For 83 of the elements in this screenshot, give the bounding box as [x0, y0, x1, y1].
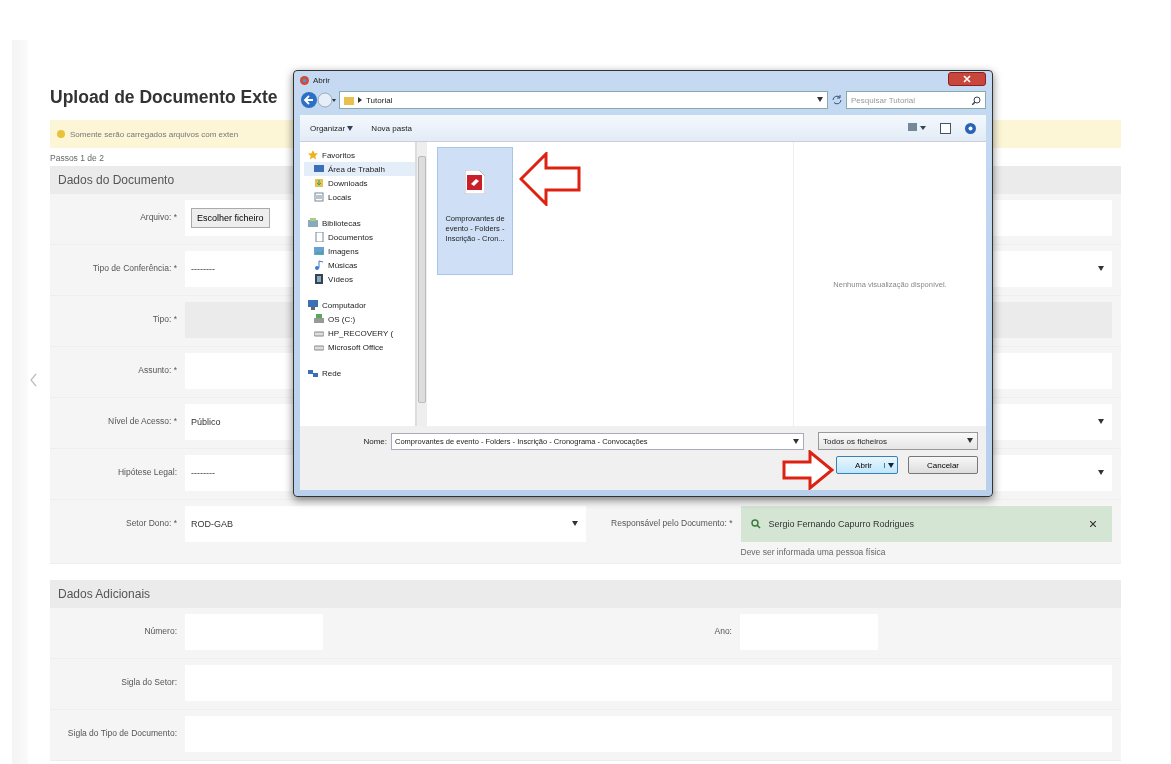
picture-icon: [314, 246, 324, 256]
document-icon: [314, 232, 324, 242]
caret-icon: [967, 438, 973, 443]
file-type-select[interactable]: Todos os ficheiros: [818, 432, 978, 450]
dialog-title: Abrir: [313, 75, 330, 85]
section-header: Dados Adicionais: [50, 580, 1121, 608]
person-field[interactable]: Sergio Fernando Capurro Rodrigues: [740, 506, 1112, 542]
nav-item[interactable]: OS (C:): [304, 312, 415, 326]
refresh-icon[interactable]: [831, 94, 843, 106]
nav-item[interactable]: Vídeos: [304, 272, 415, 286]
caret-icon: [817, 97, 823, 102]
film-icon: [314, 274, 324, 284]
nav-item[interactable]: Músicas: [304, 258, 415, 272]
star-icon: [308, 150, 318, 160]
document-icon: [465, 170, 485, 194]
caret-icon: [1098, 470, 1104, 475]
clear-icon[interactable]: [1090, 521, 1096, 527]
field-label: Assunto: *: [137, 364, 178, 377]
caret-icon: [571, 521, 578, 526]
arrow-annotation: [519, 152, 581, 206]
scrollbar[interactable]: [416, 142, 427, 426]
help-icon[interactable]: [965, 122, 976, 134]
pane-icon[interactable]: [940, 122, 951, 134]
computer-icon: [308, 300, 318, 310]
field-label: Ano:: [713, 625, 733, 638]
breadcrumb-item[interactable]: Tutorial: [366, 95, 393, 105]
select-field[interactable]: ROD-GAB: [185, 506, 586, 542]
caret-icon: [347, 123, 354, 133]
organize-menu[interactable]: Organizar: [310, 123, 354, 133]
caret-icon: [1098, 419, 1104, 424]
field-label: Tipo de Conferência: *: [91, 262, 178, 275]
music-note-icon: [314, 260, 324, 270]
nav-item[interactable]: Imagens: [304, 244, 415, 258]
nav-item[interactable]: Computador: [304, 298, 415, 312]
field-label: Sigla do Setor:: [120, 676, 178, 689]
view-icon[interactable]: [908, 123, 926, 133]
field-label: Setor Dono: *: [124, 517, 178, 530]
arrow-annotation: [782, 450, 835, 490]
search-icon[interactable]: [972, 95, 981, 105]
app-icon: [300, 75, 309, 85]
info-icon: [57, 130, 65, 138]
nav-item[interactable]: Documentos: [304, 230, 415, 244]
field-label: Sigla do Tipo de Documento:: [66, 727, 178, 740]
nav-item[interactable]: Downloads: [304, 176, 415, 190]
search-placeholder: Pesquisar Tutorial: [851, 95, 916, 105]
caret-icon: [1098, 266, 1104, 271]
monitor-icon: [314, 164, 324, 174]
nav-item[interactable]: Área de Trabalh: [304, 162, 415, 176]
open-button[interactable]: Abrir: [836, 456, 898, 474]
help-text: Deve ser informada uma pessoa física: [740, 547, 887, 557]
field-label: Hipótese Legal:: [116, 466, 178, 479]
page-title: Upload de Documento Exte: [50, 86, 278, 109]
close-icon: [963, 75, 971, 83]
caret-icon: [793, 438, 799, 444]
list-icon: [314, 192, 324, 202]
field-label: Responsável pelo Documento: *: [610, 517, 734, 530]
disk-icon: [314, 314, 324, 324]
address-bar[interactable]: Tutorial: [339, 91, 828, 109]
network-icon: [308, 368, 318, 378]
field-label: Nível de Acesso: *: [107, 415, 178, 428]
nav-item[interactable]: Favoritos: [304, 148, 415, 162]
library-icon: [308, 218, 318, 228]
field-label: Tipo: *: [151, 313, 178, 326]
field-label: Nome:: [363, 436, 387, 446]
person-name: Sergio Fernando Capurro Rodrigues: [768, 519, 915, 529]
nav-item[interactable]: HP_RECOVERY (: [304, 326, 415, 340]
field-label: Número:: [143, 625, 178, 638]
nav-item[interactable]: Microsoft Office: [304, 340, 415, 354]
nav-item[interactable]: Rede: [304, 366, 415, 380]
steps-text: Passos 1 de 2: [50, 153, 104, 163]
folder-icon: [344, 95, 354, 105]
nav-item[interactable]: Bibliotecas: [304, 216, 415, 230]
cancel-button[interactable]: Cancelar: [908, 456, 978, 474]
download-icon: [314, 178, 324, 188]
toolbar-button[interactable]: Nova pasta: [371, 123, 412, 133]
alert-text: Somente serão carregados arquivos com exten: [70, 129, 239, 139]
breadcrumb-separator-icon: [358, 97, 362, 103]
back-icon[interactable]: [300, 91, 336, 109]
choose-file-button[interactable]: Escolher ficheiro: [191, 208, 270, 228]
close-button[interactable]: [948, 72, 986, 86]
field-label: Arquivo: *: [139, 211, 178, 224]
caret-icon[interactable]: [884, 462, 894, 468]
search-icon: [750, 519, 761, 529]
